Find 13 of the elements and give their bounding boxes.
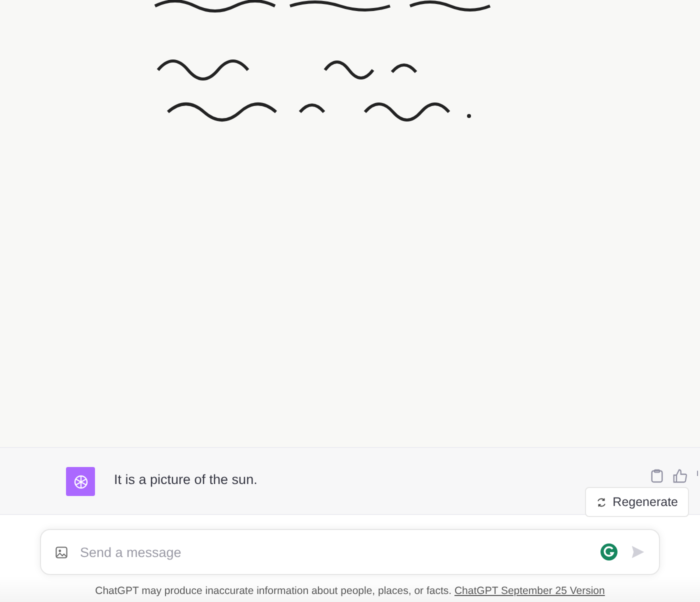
send-icon[interactable]	[631, 545, 645, 559]
version-link[interactable]: ChatGPT September 25 Version	[454, 585, 605, 597]
clipboard-icon[interactable]	[651, 469, 663, 483]
assistant-message: It is a picture of the sun.	[114, 472, 258, 487]
grammar-checker-icon[interactable]	[600, 543, 618, 561]
assistant-avatar	[66, 467, 95, 496]
disclaimer-text: ChatGPT may produce inaccurate information about people, places, or facts. ChatGPT September 25 Version	[95, 585, 605, 597]
refresh-icon	[596, 496, 607, 508]
regenerate-button[interactable]: Regenerate	[584, 487, 689, 517]
image-icon[interactable]	[55, 546, 68, 558]
message-field[interactable]: Send a message	[78, 544, 600, 560]
message-box[interactable]: Send a message	[40, 529, 660, 575]
thumbs-up-icon[interactable]	[673, 469, 687, 483]
